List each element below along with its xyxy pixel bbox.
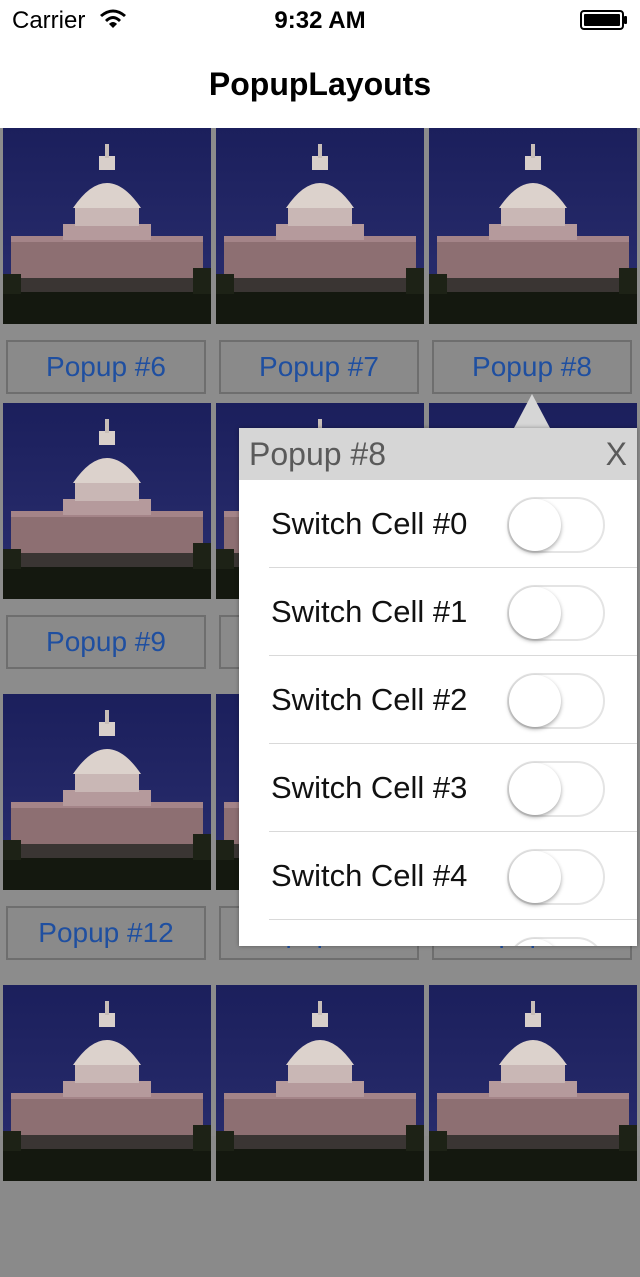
switch-cell [269, 920, 637, 946]
grid-cell: Popup #8 [429, 128, 637, 420]
capitol-photo [429, 128, 637, 324]
toggle-knob [509, 851, 561, 903]
capitol-building-icon [429, 985, 637, 1181]
popup-panel: Popup #8 X Switch Cell #0 Switch Cell #1 S… [239, 428, 637, 946]
toggle-switch[interactable] [507, 673, 605, 729]
toggle-knob [509, 499, 561, 551]
popup-button[interactable]: Popup #6 [6, 340, 206, 394]
switch-cell: Switch Cell #0 [269, 480, 637, 568]
popup-button[interactable]: Popup #12 [6, 906, 206, 960]
toggle-knob [509, 939, 561, 946]
capitol-building-icon [3, 985, 211, 1181]
grid-cell [429, 985, 637, 1277]
toggle-knob [509, 675, 561, 727]
switch-cell-label: Switch Cell #0 [271, 506, 468, 541]
popover-arrow [514, 394, 550, 428]
switch-cell-label: Switch Cell #3 [271, 770, 468, 805]
switch-cell: Switch Cell #2 [269, 656, 637, 744]
grid-cell: Popup #6 [3, 128, 211, 420]
capitol-photo [3, 128, 211, 324]
capitol-photo [216, 985, 424, 1181]
grid-cell: Popup #12 [3, 694, 211, 986]
capitol-photo [429, 985, 637, 1181]
grid-cell [3, 985, 211, 1277]
capitol-building-icon [216, 128, 424, 324]
grid-cell [216, 985, 424, 1277]
navigation-bar: PopupLayouts [0, 40, 640, 128]
page-title: PopupLayouts [208, 66, 432, 102]
switch-cell: Switch Cell #1 [269, 568, 637, 656]
capitol-photo [216, 128, 424, 324]
capitol-photo [3, 985, 211, 1181]
popup-button[interactable]: Popup #8 [432, 340, 632, 394]
toggle-switch[interactable] [507, 937, 605, 946]
battery-icon [580, 10, 627, 30]
toggle-knob [509, 587, 561, 639]
popup-header: Popup #8 X [239, 428, 637, 480]
status-bar: Carrier 9:32 AM [0, 0, 640, 40]
popup-title: Popup #8 [249, 436, 387, 472]
switch-list[interactable]: Switch Cell #0 Switch Cell #1 Switch Cell … [239, 480, 637, 946]
capitol-building-icon [3, 694, 211, 890]
toggle-switch[interactable] [507, 497, 605, 553]
grid-cell: Popup #9 [3, 403, 211, 695]
capitol-building-icon [216, 985, 424, 1181]
switch-cell-label: Switch Cell #2 [271, 682, 468, 717]
close-button[interactable]: X [606, 436, 627, 473]
switch-cell-label: Switch Cell #4 [271, 858, 468, 893]
capitol-photo [3, 403, 211, 599]
toggle-switch[interactable] [507, 761, 605, 817]
capitol-building-icon [429, 128, 637, 324]
capitol-building-icon [3, 128, 211, 324]
capitol-photo [3, 694, 211, 890]
switch-cell-label: Switch Cell #1 [271, 594, 468, 629]
toggle-switch[interactable] [507, 849, 605, 905]
toggle-switch[interactable] [507, 585, 605, 641]
switch-cell: Switch Cell #3 [269, 744, 637, 832]
capitol-building-icon [3, 403, 211, 599]
popup-button[interactable]: Popup #7 [219, 340, 419, 394]
clock: 9:32 AM [274, 7, 366, 34]
popup-button[interactable]: Popup #9 [6, 615, 206, 669]
grid-cell: Popup #7 [216, 128, 424, 420]
toggle-knob [509, 763, 561, 815]
switch-cell: Switch Cell #4 [269, 832, 637, 920]
